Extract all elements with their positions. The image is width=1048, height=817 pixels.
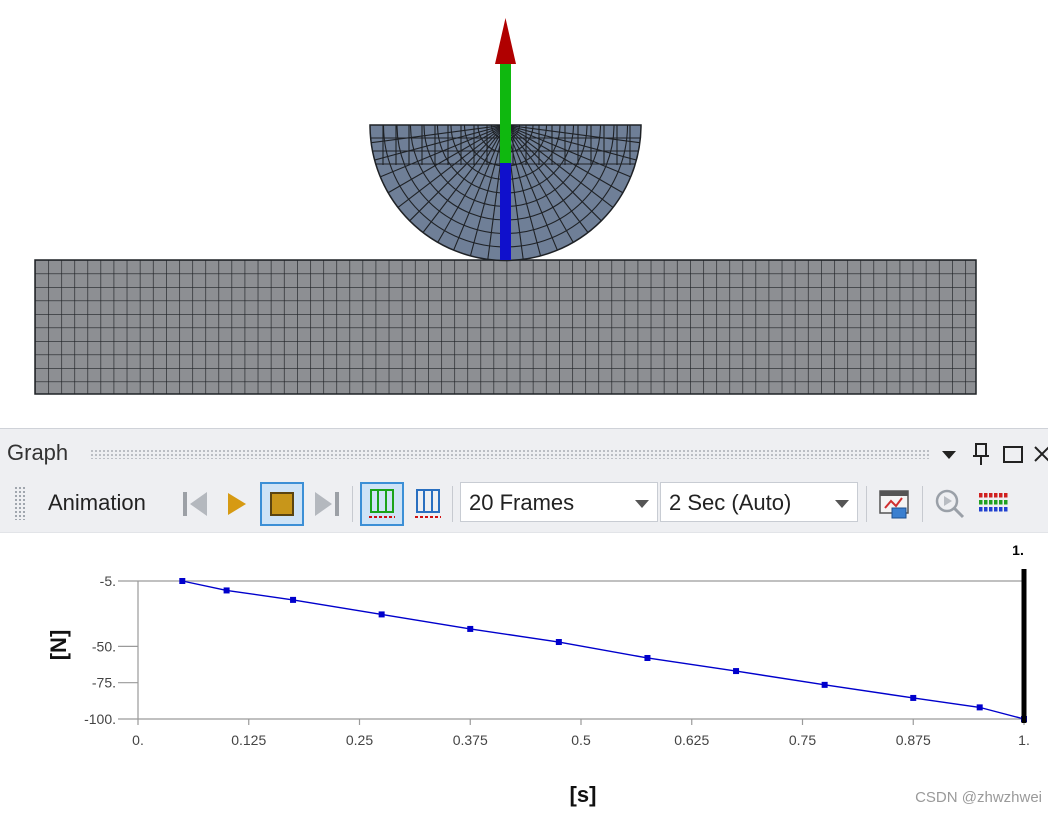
data-point[interactable]: [179, 578, 186, 584]
export-video-icon: [879, 490, 909, 519]
next-frame-button[interactable]: [308, 484, 348, 524]
zoom-icon: [935, 489, 965, 519]
x-tick-label: 0.125: [231, 732, 266, 748]
force-time-chart[interactable]: -5. -50. -75. -100. 0. 0.125 0.25 0.375 0.5 0.625…: [0, 533, 1048, 812]
y-tick-label: -100.: [84, 711, 116, 727]
block-mesh: [34, 259, 977, 395]
chevron-down-icon: [835, 500, 849, 508]
model-viewport[interactable]: [0, 0, 1048, 425]
watermark: CSDN @zhwzhwei: [915, 789, 1042, 806]
frames-select[interactable]: 20 Frames: [460, 482, 658, 522]
toolbar-grip[interactable]: [14, 486, 26, 520]
duration-select-value: 2 Sec (Auto): [669, 490, 792, 515]
data-point[interactable]: [733, 668, 740, 675]
play-button[interactable]: [218, 484, 258, 524]
data-point[interactable]: [976, 704, 983, 711]
title-bar-grip[interactable]: [90, 449, 930, 459]
x-tick-label: 0.375: [453, 732, 488, 748]
color-legend-button[interactable]: [974, 484, 1014, 524]
data-point[interactable]: [290, 596, 297, 603]
current-time-label: 1.: [1012, 542, 1024, 558]
panel-title-bar: Graph: [0, 428, 1048, 477]
toolbar-separator: [352, 486, 353, 522]
x-tick-label: 0.625: [674, 732, 709, 748]
result-frames-icon: [415, 489, 441, 518]
pin-button[interactable]: [968, 441, 994, 467]
animation-toolbar: Animation 20 Frames 2 Sec (Auto): [0, 476, 1048, 533]
x-axis-label: [s]: [570, 782, 597, 807]
graph-panel: Graph Animation 20 Frames 2 Sec (Auto) -…: [0, 428, 1048, 812]
y-tick-label: -75.: [92, 675, 116, 691]
data-point[interactable]: [555, 639, 562, 646]
y-tick-label: -5.: [100, 573, 116, 589]
x-tick-label: 0.875: [896, 732, 931, 748]
zoom-button[interactable]: [930, 484, 970, 524]
frames-select-value: 20 Frames: [469, 490, 575, 515]
panel-title: Graph: [7, 440, 69, 465]
animation-label: Animation: [48, 490, 146, 515]
data-point[interactable]: [910, 694, 917, 701]
data-point[interactable]: [378, 611, 385, 618]
data-point[interactable]: [821, 681, 828, 688]
stop-icon: [260, 482, 304, 526]
chevron-down-icon: [635, 500, 649, 508]
dropdown-arrow-icon: [942, 451, 956, 459]
maximize-button[interactable]: [1000, 441, 1026, 467]
toolbar-separator: [866, 486, 867, 522]
maximize-icon: [1003, 446, 1023, 463]
duration-select[interactable]: 2 Sec (Auto): [660, 482, 858, 522]
close-button[interactable]: [1030, 441, 1048, 467]
x-tick-label: 0.5: [571, 732, 591, 748]
x-tick-label: 0.25: [346, 732, 373, 748]
result-frames-button[interactable]: [408, 484, 448, 524]
panel-menu-button[interactable]: [936, 441, 962, 467]
distributed-frames-button[interactable]: [360, 482, 404, 526]
color-legend-icon: [979, 493, 1008, 512]
series-line: [182, 580, 1025, 720]
x-tick-label: 0.: [132, 732, 144, 748]
toolbar-separator: [922, 486, 923, 522]
stop-button[interactable]: [260, 482, 304, 526]
y-tick-label: -50.: [92, 638, 116, 654]
toolbar-separator: [452, 486, 453, 522]
y-axis-label: [N]: [46, 630, 71, 661]
play-icon: [228, 493, 246, 515]
previous-frame-icon: [183, 492, 207, 516]
distributed-frames-icon: [360, 482, 404, 526]
data-point[interactable]: [223, 587, 230, 594]
x-tick-label: 1.: [1018, 732, 1030, 748]
chart-svg: -5. -50. -75. -100. 0. 0.125 0.25 0.375 0.5 0.625…: [46, 542, 1030, 807]
next-frame-icon: [315, 492, 339, 516]
export-video-button[interactable]: [874, 484, 914, 524]
close-icon: [1034, 446, 1048, 462]
pin-icon: [973, 443, 989, 465]
x-tick-label: 0.75: [789, 732, 816, 748]
data-point[interactable]: [644, 654, 651, 661]
data-point[interactable]: [467, 625, 474, 632]
previous-frame-button[interactable]: [176, 484, 216, 524]
